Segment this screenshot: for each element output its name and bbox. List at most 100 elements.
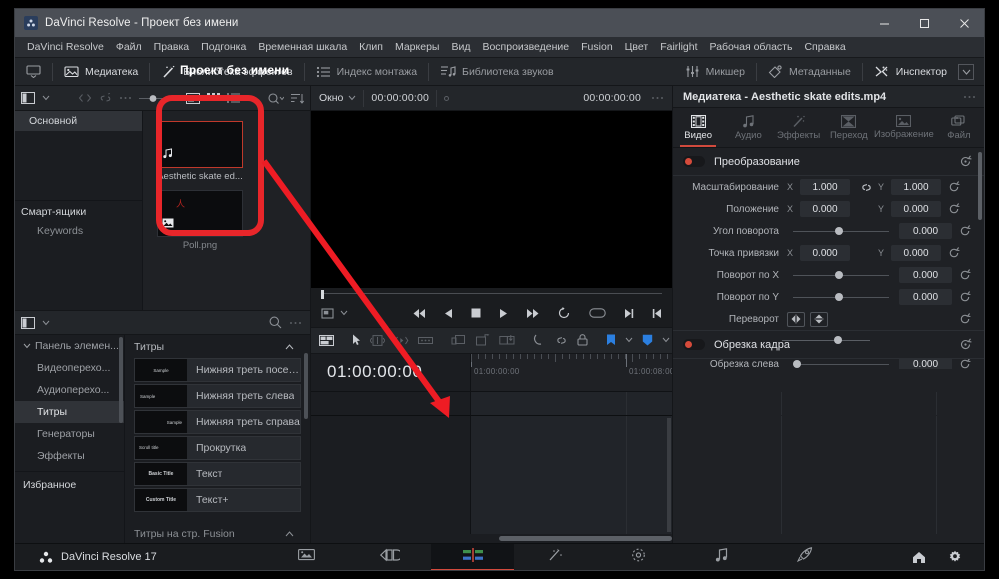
more-icon[interactable] bbox=[651, 96, 664, 100]
flag-icon[interactable] bbox=[606, 334, 616, 346]
rotation-slider[interactable] bbox=[787, 227, 895, 235]
reset-crop-left-icon[interactable] bbox=[956, 359, 974, 369]
marker-icon[interactable] bbox=[642, 334, 653, 346]
media-clip-thumbnail[interactable]: 人 bbox=[157, 190, 243, 237]
effect-item[interactable]: Scroll title Прокрутка bbox=[134, 436, 301, 460]
play-icon[interactable] bbox=[499, 308, 508, 319]
menu-view[interactable]: Вид bbox=[445, 37, 476, 58]
search-icon[interactable] bbox=[268, 92, 284, 104]
tab-transition[interactable]: Переход bbox=[824, 108, 874, 147]
sort-icon[interactable] bbox=[291, 93, 304, 104]
pitch-slider[interactable] bbox=[787, 271, 895, 279]
viewer-mode-icon[interactable] bbox=[321, 307, 335, 320]
minimize-button[interactable] bbox=[864, 9, 904, 37]
effects-category-scrollbar[interactable] bbox=[119, 337, 123, 423]
chevron-down-icon[interactable] bbox=[340, 310, 348, 316]
viewer-window-label[interactable]: Окно bbox=[319, 92, 343, 104]
panel-toggle-icon[interactable] bbox=[21, 92, 35, 104]
zoom-x-field[interactable]: 1.000 bbox=[800, 179, 850, 195]
effects-category-effects[interactable]: Эффекты bbox=[15, 445, 124, 467]
position-x-field[interactable]: 0.000 bbox=[800, 201, 850, 217]
more-icon[interactable] bbox=[963, 95, 976, 99]
inspector-section-cropping[interactable]: Обрезка кадра bbox=[673, 330, 984, 359]
menu-fairlight[interactable]: Fairlight bbox=[654, 37, 703, 58]
effect-item[interactable]: Sample Нижняя треть посере... bbox=[134, 358, 301, 382]
link-broken-icon[interactable] bbox=[99, 92, 112, 104]
more-icon[interactable] bbox=[119, 96, 132, 100]
gear-icon[interactable] bbox=[948, 550, 962, 564]
pitch-value-field[interactable]: 0.000 bbox=[899, 267, 952, 283]
selection-mode-icon[interactable] bbox=[352, 334, 361, 346]
page-button-color[interactable] bbox=[597, 544, 680, 571]
inspector-scrollbar[interactable] bbox=[978, 152, 982, 220]
menu-trim[interactable]: Подгонка bbox=[195, 37, 252, 58]
slider-knob[interactable] bbox=[835, 271, 844, 279]
toolbar-button-sound-library[interactable]: Библиотека звуков bbox=[429, 58, 565, 86]
replace-clip-icon[interactable] bbox=[499, 334, 515, 346]
loop-icon[interactable] bbox=[558, 307, 571, 319]
effect-item[interactable]: Custom Title Текст+ bbox=[134, 488, 301, 512]
thumbnail-view-icon[interactable] bbox=[186, 92, 200, 104]
toolbar-button-monitor[interactable] bbox=[15, 58, 52, 86]
reset-yaw-icon[interactable] bbox=[956, 291, 974, 303]
yaw-slider[interactable] bbox=[787, 293, 895, 301]
menu-timeline[interactable]: Временная шкала bbox=[252, 37, 353, 58]
menu-file[interactable]: Файл bbox=[110, 37, 148, 58]
reset-all-icon[interactable] bbox=[956, 155, 974, 168]
rotation-value-field[interactable]: 0.000 bbox=[899, 223, 952, 239]
transform-enable-toggle[interactable] bbox=[683, 156, 705, 167]
tab-video[interactable]: Видео bbox=[673, 108, 723, 147]
linked-selection-icon[interactable] bbox=[555, 335, 568, 346]
next-clip-icon[interactable] bbox=[624, 308, 634, 319]
search-icon[interactable] bbox=[269, 316, 282, 329]
stop-icon[interactable] bbox=[471, 308, 481, 318]
slider-knob[interactable] bbox=[835, 227, 844, 235]
chevron-down-icon[interactable] bbox=[662, 337, 670, 343]
prev-clip-icon[interactable] bbox=[652, 308, 662, 319]
page-button-fairlight[interactable] bbox=[680, 544, 763, 571]
media-clip-item[interactable]: 人 Poll.png bbox=[157, 190, 243, 251]
menu-playback[interactable]: Воспроизведение bbox=[476, 37, 575, 58]
tab-image[interactable]: Изображение bbox=[874, 108, 934, 147]
panel-toggle-icon[interactable] bbox=[21, 316, 35, 329]
page-button-edit[interactable] bbox=[431, 543, 514, 570]
go-to-start-icon[interactable] bbox=[412, 308, 426, 319]
zoom-y-field[interactable]: 1.000 bbox=[891, 179, 941, 195]
inspector-section-transform[interactable]: Преобразование bbox=[673, 148, 984, 176]
chevron-down-icon[interactable] bbox=[42, 95, 50, 101]
trim-mode-icon[interactable] bbox=[370, 334, 385, 346]
viewer-canvas[interactable] bbox=[311, 111, 672, 288]
crop-left-value-field[interactable]: 0.000 bbox=[899, 359, 952, 369]
viewer-timecode-out[interactable]: 00:00:00:00 bbox=[583, 92, 641, 104]
snapshot-icon[interactable] bbox=[589, 308, 606, 318]
toolbar-button-mixer[interactable]: Микшер bbox=[674, 58, 756, 86]
cropping-enable-toggle[interactable] bbox=[683, 339, 705, 350]
more-icon[interactable] bbox=[289, 321, 302, 325]
scrubber-playhead[interactable] bbox=[321, 289, 324, 299]
timeline-vertical-scrollbar[interactable] bbox=[667, 417, 671, 532]
timeline-scroll-thumb[interactable] bbox=[499, 536, 672, 541]
track-lane-empty[interactable] bbox=[471, 415, 937, 534]
toolbar-expand-button[interactable] bbox=[958, 63, 974, 80]
toolbar-button-metadata[interactable]: Метаданные bbox=[757, 58, 862, 86]
menu-workspace[interactable]: Рабочая область bbox=[704, 37, 799, 58]
grid-view-icon[interactable] bbox=[207, 92, 220, 104]
crop-left-slider[interactable] bbox=[787, 360, 895, 368]
effect-item[interactable]: Basic Title Текст bbox=[134, 462, 301, 486]
effect-item[interactable]: Sample Нижняя треть слева bbox=[134, 384, 301, 408]
effects-category-toolbox[interactable]: Панель элемен... bbox=[15, 335, 124, 357]
anchor-x-field[interactable]: 0.000 bbox=[800, 245, 850, 261]
effects-category-video-transitions[interactable]: Видеоперехо... bbox=[15, 357, 124, 379]
slider-track[interactable] bbox=[793, 360, 889, 368]
timeline-timecode-box[interactable]: 01:00:00:00 bbox=[311, 353, 471, 391]
reset-zoom-icon[interactable] bbox=[945, 181, 963, 193]
page-button-fusion[interactable] bbox=[514, 544, 597, 571]
timeline-empty-area[interactable] bbox=[311, 415, 937, 534]
viewer-timecode-in[interactable]: 00:00:00:00 bbox=[371, 92, 429, 104]
anchor-y-field[interactable]: 0.000 bbox=[891, 245, 941, 261]
position-y-field[interactable]: 0.000 bbox=[891, 201, 941, 217]
insert-clip-icon[interactable] bbox=[451, 334, 466, 346]
menu-fusion[interactable]: Fusion bbox=[575, 37, 619, 58]
effect-item[interactable]: Sample Нижняя треть справа bbox=[134, 410, 301, 434]
timeline-view-icon[interactable] bbox=[319, 334, 334, 346]
